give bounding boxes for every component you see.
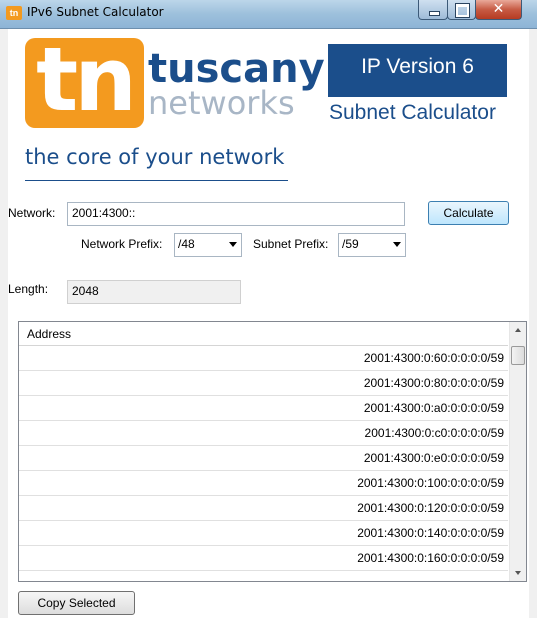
list-item[interactable]: 2001:4300:0:80:0:0:0:0/59 xyxy=(19,371,508,396)
minimize-icon xyxy=(429,11,440,16)
subnet-calculator-heading: Subnet Calculator xyxy=(329,101,496,124)
scroll-down-icon[interactable] xyxy=(510,564,526,581)
app-icon: tn xyxy=(6,6,22,20)
scroll-up-icon[interactable] xyxy=(510,322,526,339)
network-label: Network: xyxy=(8,206,56,220)
length-label: Length: xyxy=(8,282,49,296)
tagline: the core of your network xyxy=(25,145,285,169)
company-name-sub: networks xyxy=(148,84,295,122)
list-item[interactable]: 2001:4300:0:100:0:0:0:0/59 xyxy=(19,471,508,496)
maximize-icon xyxy=(455,3,470,18)
title-bar[interactable]: tn IPv6 Subnet Calculator ✕ xyxy=(0,0,537,29)
client-area: tn tuscany networks the core of your net… xyxy=(8,29,529,618)
scroll-thumb[interactable] xyxy=(511,346,525,365)
address-rows: 2001:4300:0:60:0:0:0:0/59 2001:4300:0:80:… xyxy=(19,346,508,571)
list-header[interactable]: Address xyxy=(19,322,508,346)
list-item[interactable]: 2001:4300:0:a0:0:0:0:0/59 xyxy=(19,396,508,421)
list-item[interactable]: 2001:4300:0:140:0:0:0:0/59 xyxy=(19,521,508,546)
address-column-header[interactable]: Address xyxy=(27,327,71,341)
subnet-prefix-label: Subnet Prefix: xyxy=(253,237,329,251)
maximize-button[interactable] xyxy=(447,0,476,20)
dropdown-arrow-icon xyxy=(229,242,237,247)
vertical-scrollbar[interactable] xyxy=(509,322,526,581)
network-prefix-select[interactable]: /48 xyxy=(174,233,242,257)
network-prefix-label: Network Prefix: xyxy=(81,237,163,251)
subnet-prefix-select[interactable]: /59 xyxy=(338,233,406,257)
length-field: 2048 xyxy=(67,280,241,304)
address-list[interactable]: Address 2001:4300:0:60:0:0:0:0/59 2001:43… xyxy=(18,321,527,582)
ip-version-heading: IP Version 6 xyxy=(328,44,507,97)
close-button[interactable]: ✕ xyxy=(475,0,522,20)
network-prefix-value: /48 xyxy=(178,237,195,251)
subnet-prefix-value: /59 xyxy=(342,237,359,251)
list-item[interactable]: 2001:4300:0:60:0:0:0:0/59 xyxy=(19,346,508,371)
calculate-button[interactable]: Calculate xyxy=(428,201,509,225)
tagline-underline xyxy=(25,180,288,181)
list-item[interactable]: 2001:4300:0:160:0:0:0:0/59 xyxy=(19,546,508,571)
close-icon: ✕ xyxy=(492,1,505,17)
list-item[interactable]: 2001:4300:0:c0:0:0:0:0/59 xyxy=(19,421,508,446)
company-logo: tn xyxy=(25,30,144,130)
dropdown-arrow-icon xyxy=(393,242,401,247)
list-item[interactable]: 2001:4300:0:e0:0:0:0:0/59 xyxy=(19,446,508,471)
copy-selected-button[interactable]: Copy Selected xyxy=(18,591,135,615)
minimize-button[interactable] xyxy=(418,0,448,20)
network-input[interactable]: 2001:4300:: xyxy=(67,202,405,226)
list-item[interactable]: 2001:4300:0:120:0:0:0:0/59 xyxy=(19,496,508,521)
logo-mark: tn xyxy=(36,28,137,131)
window-title: IPv6 Subnet Calculator xyxy=(27,5,164,19)
app-window: tn IPv6 Subnet Calculator ✕ tn tuscany n… xyxy=(0,0,537,618)
